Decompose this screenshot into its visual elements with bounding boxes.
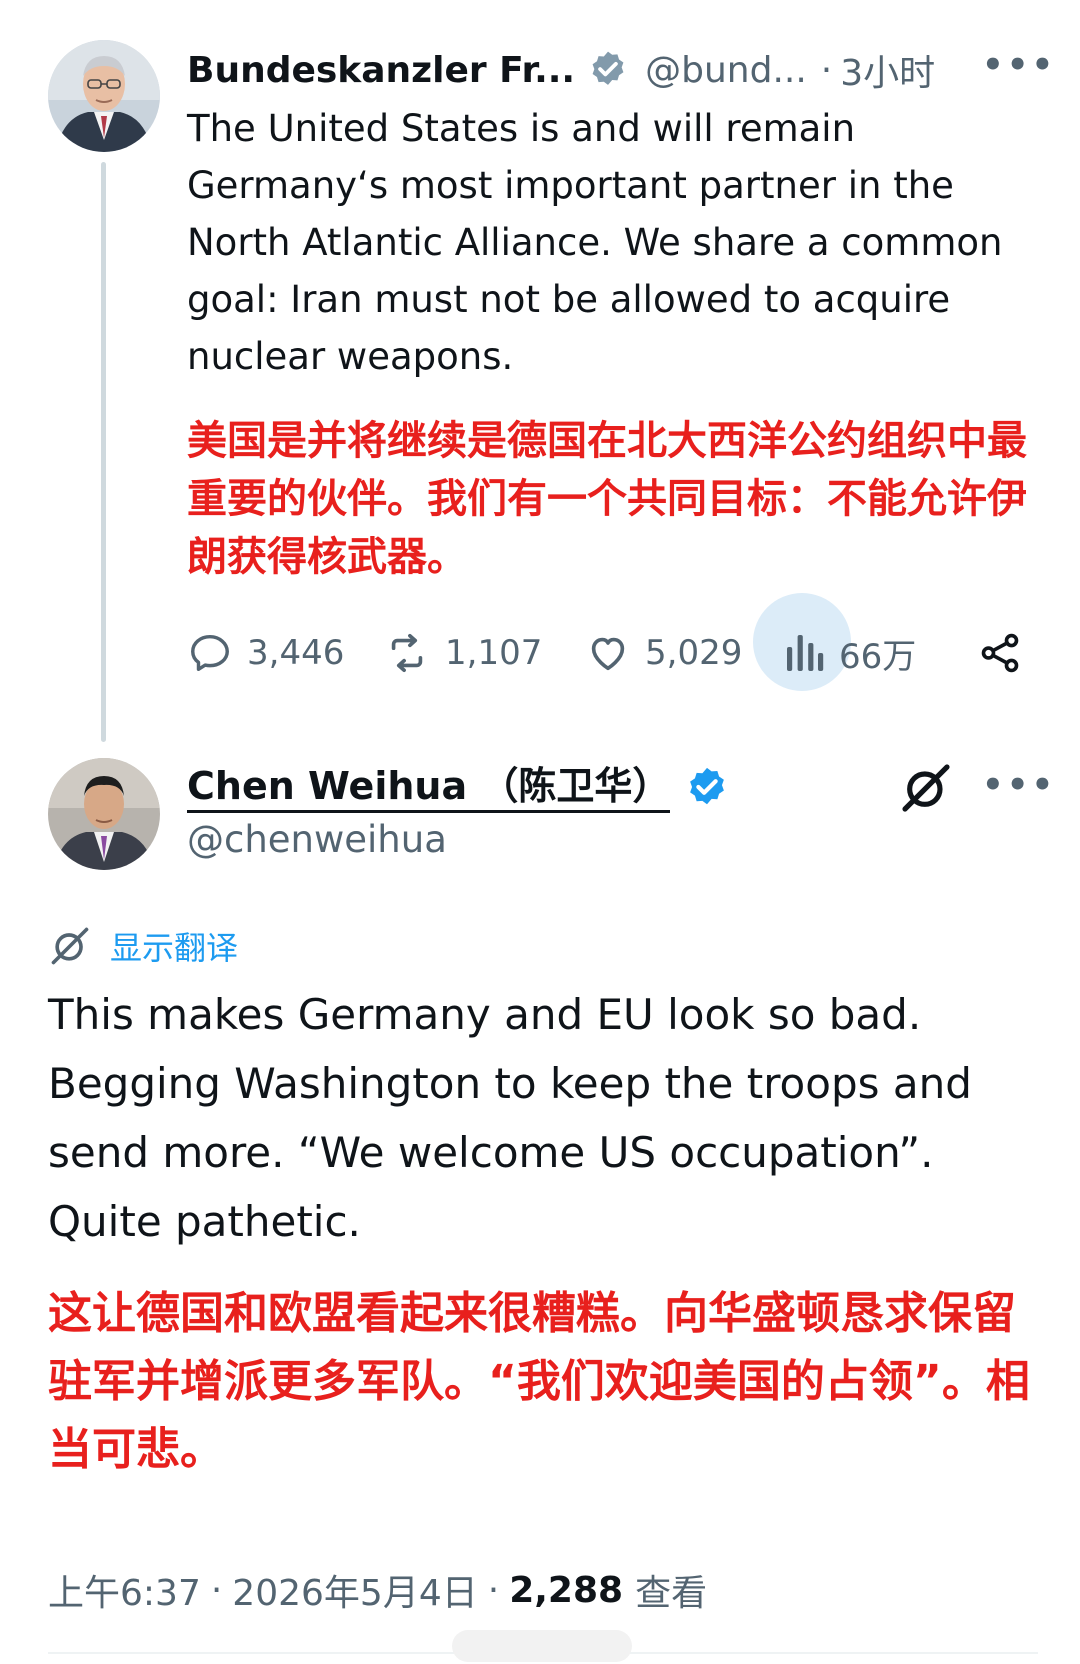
tweet1-display-name[interactable]: Bundeskanzler Fr... (187, 50, 575, 91)
reply-icon (191, 634, 229, 672)
tweet1-action-bar: 3,446 1,107 5,029 66万 (187, 593, 1037, 691)
tweet2-handle[interactable]: @chenweihua (187, 818, 447, 861)
verified-gray-badge-icon (592, 51, 624, 85)
tweet1-text: The United States is and will remain Ger… (187, 107, 1003, 378)
post-time[interactable]: 上午6:37 (48, 1564, 201, 1616)
show-translation-button[interactable]: 显示翻译 (48, 920, 238, 972)
post-date[interactable]: 2026年5月4日 (232, 1564, 477, 1616)
post-views-label: 查看 (635, 1573, 708, 1614)
more-options-icon[interactable]: ••• (982, 48, 1056, 82)
tweet2-text: This makes Germany and EU look so bad. B… (48, 990, 972, 1246)
like-button[interactable]: 5,029 (585, 618, 742, 688)
separator-dot: · (487, 1569, 500, 1611)
more-options-icon[interactable]: ••• (982, 768, 1056, 802)
post-views-count: 2,288 (509, 1569, 624, 1611)
tweet2-translation: 这让德国和欧盟看起来很糟糕。向华盛顿恳求保留驻军并增派更多军队。“我们欢迎美国的… (48, 1288, 1030, 1475)
reply-button[interactable]: 3,446 (187, 618, 344, 688)
share-icon (981, 633, 1019, 673)
reply-count: 3,446 (247, 633, 345, 673)
show-translation-label: 显示翻译 (110, 929, 239, 967)
thread-connector-line (101, 162, 106, 742)
tweet1-header: Bundeskanzler Fr... @bund... · 3小时 (187, 42, 1032, 98)
verified-blue-badge-icon (690, 767, 725, 805)
watermark-overlay (452, 1630, 632, 1662)
tweet2-display-name[interactable]: Chen Weihua （陈卫华） (187, 764, 671, 813)
tweet-page: Bundeskanzler Fr... @bund... · 3小时 ••• T… (0, 0, 1080, 1664)
avatar-chenweihua[interactable] (48, 758, 160, 870)
repost-count: 1,107 (445, 633, 543, 673)
avatar-bundeskanzler[interactable] (48, 40, 160, 152)
views-button[interactable]: 66万 (785, 618, 916, 688)
tweet1-time[interactable]: 3小时 (840, 44, 935, 96)
tweet2-header: Chen Weihua （陈卫华） (187, 760, 730, 816)
repost-icon (391, 633, 423, 673)
grok-translate-icon (51, 927, 89, 965)
tweet1-handle[interactable]: @bund... (645, 50, 807, 91)
grok-icon[interactable] (898, 760, 954, 816)
separator-dot: · (820, 49, 833, 91)
tweet1-translation: 美国是并将继续是德国在北大西洋公约组织中最重要的伙伴。我们有一个共同目标：不能允… (187, 418, 1027, 580)
share-button[interactable] (977, 618, 1037, 688)
tweet2-meta: 上午6:37 · 2026年5月4日 · 2,288 查看 (48, 1560, 707, 1620)
heart-icon (591, 637, 625, 671)
separator-dot: · (210, 1569, 223, 1611)
repost-button[interactable]: 1,107 (383, 618, 542, 688)
views-chart-icon (787, 635, 824, 671)
views-count: 66万 (839, 636, 917, 677)
like-count: 5,029 (645, 633, 743, 673)
